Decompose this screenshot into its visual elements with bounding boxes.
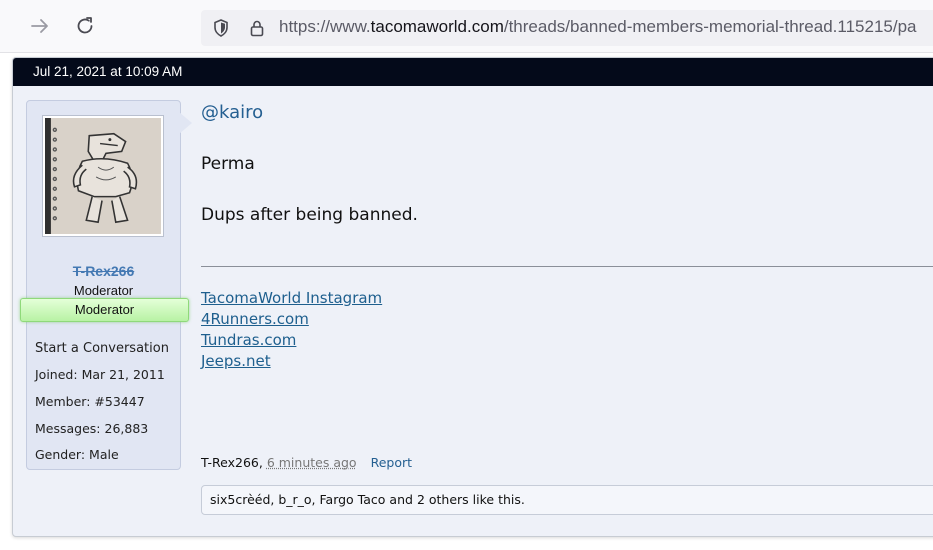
user-panel-arrow	[179, 112, 192, 134]
stat-member: Member: #53447	[35, 394, 145, 409]
user-info-panel: T-Rex266 Moderator Moderator Start a Con…	[20, 100, 189, 470]
likes-others[interactable]: 2 others	[417, 492, 469, 507]
signature-link-instagram[interactable]: TacomaWorld Instagram	[201, 289, 382, 307]
likes-summary: six5crèéd, b_r_o, Fargo Taco and 2 other…	[201, 485, 933, 515]
username[interactable]: T-Rex266	[27, 263, 180, 279]
user-mention-link[interactable]: @kairo	[201, 102, 263, 123]
forward-icon[interactable]	[28, 14, 52, 38]
signature-link-4runners[interactable]: 4Runners.com	[201, 310, 309, 328]
tracking-shield-icon[interactable]	[211, 18, 231, 42]
meta-author[interactable]: T-Rex266,	[201, 455, 263, 470]
address-bar[interactable]: https://www.tacomaworld.com/threads/bann…	[201, 10, 933, 46]
report-link[interactable]: Report	[371, 455, 412, 470]
moderator-badge: Moderator	[20, 298, 189, 322]
url-text: https://www.tacomaworld.com/threads/bann…	[279, 17, 917, 36]
reload-icon[interactable]	[73, 14, 97, 38]
likes-names[interactable]: six5crèéd, b_r_o, Fargo Taco	[210, 492, 385, 507]
lock-icon[interactable]	[247, 18, 267, 42]
avatar[interactable]	[42, 115, 164, 237]
signature-divider	[201, 266, 933, 267]
message-text: Dups after being banned.	[201, 205, 418, 225]
post-date: Jul 21, 2021 at 10:09 AM	[33, 64, 183, 79]
start-conversation-link[interactable]: Start a Conversation	[35, 341, 169, 356]
stat-gender: Gender: Male	[35, 447, 119, 462]
signature-link-jeeps[interactable]: Jeeps.net	[201, 352, 271, 370]
stat-joined: Joined: Mar 21, 2011	[35, 367, 165, 382]
signature-link-tundras[interactable]: Tundras.com	[201, 331, 296, 349]
user-title: Moderator	[73, 283, 134, 298]
browser-toolbar: https://www.tacomaworld.com/threads/bann…	[0, 0, 933, 53]
post: Jul 21, 2021 at 10:09 AM T-Rex266 Modera…	[12, 57, 933, 537]
post-date-bar: Jul 21, 2021 at 10:09 AM	[13, 58, 933, 86]
meta-time[interactable]: 6 minutes ago	[267, 455, 357, 470]
post-meta: T-Rex266, 6 minutes ago Report	[201, 455, 412, 470]
message-text: Perma	[201, 154, 255, 174]
stat-messages: Messages: 26,883	[35, 421, 149, 436]
